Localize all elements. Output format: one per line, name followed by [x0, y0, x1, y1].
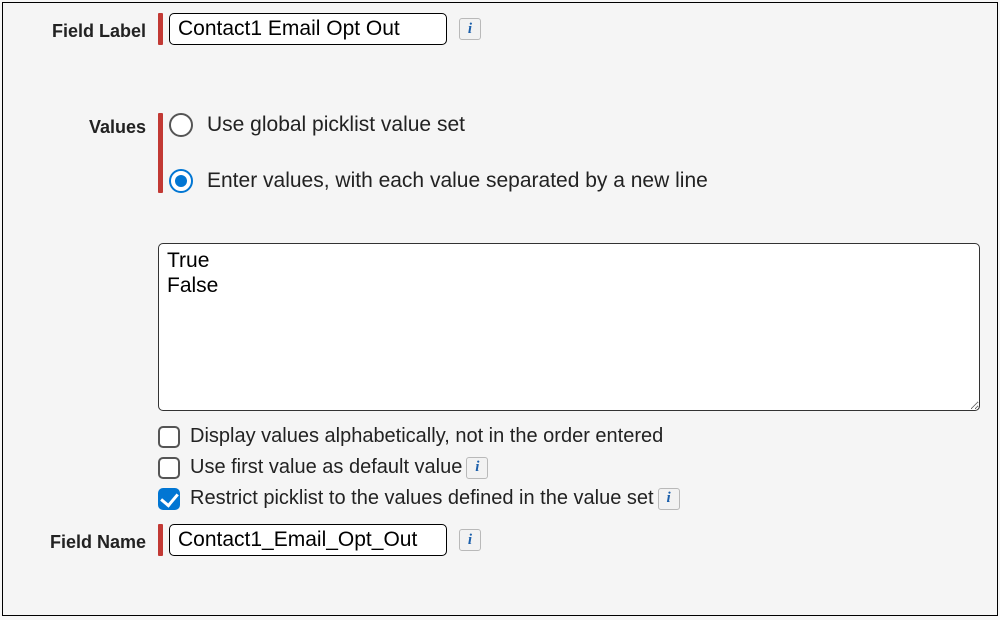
checkbox-alpha-label: Display values alphabetically, not in th…: [190, 425, 663, 448]
field-name-input[interactable]: [169, 524, 447, 556]
checkbox-first-default[interactable]: [158, 457, 180, 479]
radio-global-picklist-label: Use global picklist value set: [207, 113, 465, 137]
values-textarea[interactable]: [158, 243, 980, 411]
field-name-caption: Field Name: [3, 524, 158, 553]
row-field-label: Field Label i: [3, 13, 997, 45]
info-glyph: i: [468, 533, 472, 548]
info-glyph: i: [475, 460, 479, 475]
radio-global-picklist[interactable]: [169, 113, 193, 137]
required-indicator: [158, 13, 163, 45]
required-indicator: [158, 524, 163, 556]
info-icon[interactable]: i: [459, 18, 481, 40]
field-label-input[interactable]: [169, 13, 447, 45]
info-glyph: i: [666, 491, 670, 506]
required-indicator: [158, 113, 163, 193]
info-icon[interactable]: i: [466, 457, 488, 479]
info-icon[interactable]: i: [459, 529, 481, 551]
info-icon[interactable]: i: [658, 488, 680, 510]
info-glyph: i: [468, 22, 472, 37]
checkbox-restrict-label: Restrict picklist to the values defined …: [190, 487, 654, 510]
field-label-caption: Field Label: [3, 13, 158, 42]
checkbox-first-default-label: Use first value as default value: [190, 456, 462, 479]
radio-enter-values[interactable]: [169, 169, 193, 193]
checkbox-alpha[interactable]: [158, 426, 180, 448]
checkbox-restrict[interactable]: [158, 488, 180, 510]
radio-enter-values-label: Enter values, with each value separated …: [207, 169, 708, 193]
form-frame: Field Label i Values Use global picklist…: [2, 2, 998, 616]
row-values: Values Use global picklist value set Ent…: [3, 113, 997, 510]
values-checkbox-group: Display values alphabetically, not in th…: [158, 425, 997, 510]
values-radio-group: Use global picklist value set Enter valu…: [169, 113, 708, 193]
row-field-name: Field Name i: [3, 524, 997, 556]
values-caption: Values: [3, 113, 158, 138]
